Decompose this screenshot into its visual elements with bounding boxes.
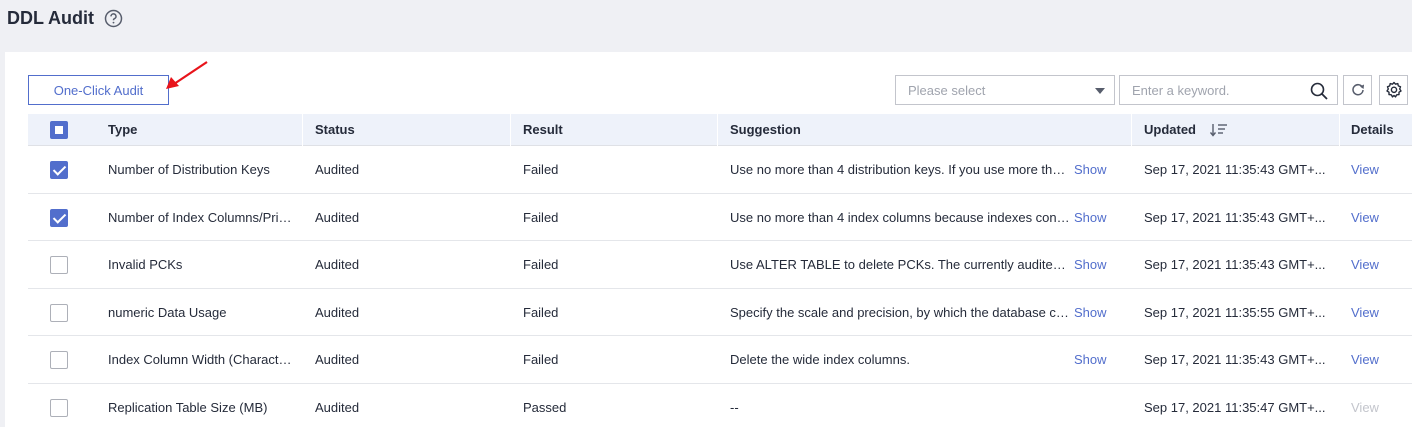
table-body: Number of Distribution Keys Audited Failed… xyxy=(28,146,1412,427)
settings-button[interactable] xyxy=(1379,75,1408,105)
cell-type: Number of Distribution Keys xyxy=(108,162,270,177)
cell-status: Audited xyxy=(315,399,360,415)
row-checkbox[interactable] xyxy=(50,256,68,274)
column-header-status: Status xyxy=(315,122,355,137)
column-header-result: Result xyxy=(523,122,563,137)
select-all-checkbox[interactable] xyxy=(50,121,68,139)
cell-status: Audited xyxy=(315,352,360,367)
show-link[interactable]: Show xyxy=(1074,146,1114,193)
help-icon[interactable] xyxy=(104,9,123,28)
annotation-arrow xyxy=(166,61,208,89)
cell-suggestion: Use ALTER TABLE to delete PCKs. The curr… xyxy=(730,257,1072,272)
cell-suggestion: -- xyxy=(730,399,739,415)
cell-updated: Sep 17, 2021 11:35:43 GMT+... xyxy=(1144,352,1326,367)
one-click-audit-button[interactable]: One-Click Audit xyxy=(28,75,169,105)
row-checkbox[interactable] xyxy=(50,398,68,417)
filter-select[interactable]: Please select xyxy=(895,75,1115,105)
view-link[interactable]: View xyxy=(1351,241,1391,288)
cell-updated: Sep 17, 2021 11:35:55 GMT+... xyxy=(1144,304,1326,320)
view-link[interactable]: View xyxy=(1351,194,1391,241)
search-input[interactable] xyxy=(1121,77,1301,103)
row-checkbox[interactable] xyxy=(50,351,68,369)
table-row: Replication Table Size (MB) Audited Passed… xyxy=(28,384,1412,427)
table-row: Number of Index Columns/Primary Key Colu… xyxy=(28,194,1412,241)
view-link[interactable]: View xyxy=(1351,146,1391,193)
page-title: DDL Audit xyxy=(7,8,94,28)
cell-result: Failed xyxy=(523,257,559,272)
row-checkbox[interactable] xyxy=(50,161,68,179)
refresh-icon xyxy=(1351,83,1364,96)
table-row: Index Column Width (Characters) Audited Fa… xyxy=(28,336,1412,384)
audit-table: Type Status Result Suggestion Updated De… xyxy=(28,114,1412,427)
cell-type: Index Column Width (Characters) xyxy=(108,352,294,367)
caret-down-icon xyxy=(1095,88,1105,94)
settings-icon xyxy=(1385,81,1402,98)
show-link[interactable]: Show xyxy=(1074,289,1114,336)
cell-status: Audited xyxy=(315,162,360,177)
cell-type: Number of Index Columns/Primary Key Colu… xyxy=(108,209,294,225)
cell-result: Failed xyxy=(523,209,559,225)
page-header: DDL Audit xyxy=(0,0,1412,52)
cell-result: Failed xyxy=(523,352,559,367)
column-header-updated[interactable]: Updated xyxy=(1144,114,1196,146)
search-icon[interactable] xyxy=(1310,82,1328,100)
cell-updated: Sep 17, 2021 11:35:43 GMT+... xyxy=(1144,257,1326,272)
show-link[interactable] xyxy=(1074,384,1114,427)
search-box xyxy=(1119,75,1338,105)
table-row: Invalid PCKs Audited Failed Use ALTER TABLE… xyxy=(28,241,1412,289)
show-link[interactable]: Show xyxy=(1074,241,1114,288)
sort-icon[interactable] xyxy=(1210,123,1228,137)
table-header: Type Status Result Suggestion Updated De… xyxy=(28,114,1412,146)
cell-type: Replication Table Size (MB) xyxy=(108,399,268,415)
cell-result: Passed xyxy=(523,399,567,415)
view-link[interactable]: View xyxy=(1351,289,1391,336)
view-link: View xyxy=(1351,399,1379,415)
view-link[interactable]: View xyxy=(1351,336,1391,383)
cell-suggestion: Delete the wide index columns. xyxy=(730,352,910,367)
cell-status: Audited xyxy=(315,304,360,320)
cell-updated: Sep 17, 2021 11:35:47 GMT+... xyxy=(1144,399,1326,415)
column-header-type: Type xyxy=(108,122,138,137)
show-link[interactable]: Show xyxy=(1074,336,1114,383)
cell-status: Audited xyxy=(315,209,360,225)
cell-type: numeric Data Usage xyxy=(108,304,227,320)
cell-suggestion: Specify the scale and precision, by whic… xyxy=(730,304,1072,320)
table-row: numeric Data Usage Audited Failed Specify t… xyxy=(28,289,1412,336)
table-row: Number of Distribution Keys Audited Failed… xyxy=(28,146,1412,194)
cell-result: Failed xyxy=(523,162,559,177)
column-header-suggestion: Suggestion xyxy=(730,122,801,137)
row-checkbox[interactable] xyxy=(50,208,68,227)
row-checkbox[interactable] xyxy=(50,303,68,322)
cell-updated: Sep 17, 2021 11:35:43 GMT+... xyxy=(1144,209,1326,225)
cell-status: Audited xyxy=(315,257,360,272)
select-placeholder: Please select xyxy=(908,83,986,98)
refresh-button[interactable] xyxy=(1343,75,1372,105)
show-link[interactable]: Show xyxy=(1074,194,1114,241)
cell-suggestion: Use no more than 4 distribution keys. If… xyxy=(730,162,1072,177)
cell-updated: Sep 17, 2021 11:35:43 GMT+... xyxy=(1144,162,1326,177)
cell-type: Invalid PCKs xyxy=(108,257,183,272)
cell-result: Failed xyxy=(523,304,559,320)
cell-suggestion: Use no more than 4 index columns because… xyxy=(730,209,1072,225)
column-header-details: Details xyxy=(1351,122,1394,137)
